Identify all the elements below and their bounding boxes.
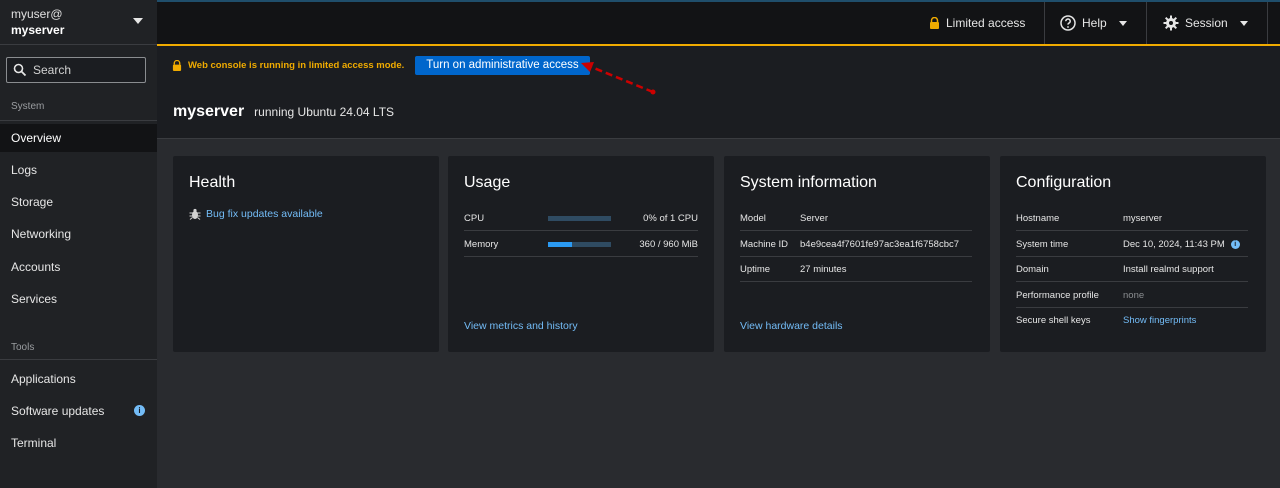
server-name: myserver [173, 103, 245, 120]
divider [0, 120, 157, 121]
memory-bar-fill [548, 241, 572, 247]
sidebar-item-label: Software updates [11, 404, 105, 418]
ssh-keys-row: Secure shell keys Show fingerprints [1016, 308, 1248, 333]
show-fingerprints-link[interactable]: Show fingerprints [1123, 315, 1196, 326]
help-icon [1060, 15, 1076, 31]
alert-text: Web console is running in limited access… [188, 59, 405, 71]
system-section-label: System [11, 101, 45, 112]
divider [0, 359, 157, 360]
memory-label: Memory [464, 238, 499, 250]
domain-value[interactable]: Install realmd support [1123, 264, 1214, 275]
search-input[interactable] [33, 63, 133, 77]
host-switcher[interactable]: myuser@ myserver [0, 0, 157, 45]
uptime-row: Uptime 27 minutes [740, 257, 972, 282]
bug-fix-updates-link[interactable]: Bug fix updates available [189, 208, 323, 220]
cpu-label: CPU [464, 212, 485, 224]
health-title: Health [189, 174, 236, 191]
memory-value: 360 / 960 MiB [639, 238, 698, 250]
system-time-value[interactable]: Dec 10, 2024, 11:43 PM [1123, 239, 1225, 250]
configuration-card: Configuration Hostname myserver System t… [1000, 156, 1266, 352]
divider [1146, 2, 1147, 44]
masthead: Limited access Help Session [157, 0, 1280, 46]
usage-title: Usage [464, 174, 511, 191]
info-icon[interactable]: i [1230, 239, 1240, 249]
bug-icon [189, 208, 201, 220]
search-box[interactable] [6, 57, 146, 83]
configuration-title: Configuration [1016, 174, 1112, 191]
uptime-label: Uptime [740, 263, 771, 275]
health-card: Health Bug fix updates available [173, 156, 439, 352]
sidebar-item-overview[interactable]: Overview [0, 124, 157, 152]
annotation-arrow-icon [581, 62, 656, 95]
limited-access-label: Limited access [946, 16, 1026, 30]
info-icon: i [134, 405, 145, 416]
machine-id-value: b4e9cea4f7601fe97ac3ea1f6758cbc7 [800, 238, 960, 250]
gear-icon [1163, 15, 1179, 31]
performance-profile-label: Performance profile [1016, 289, 1099, 301]
sidebar-item-services[interactable]: Services [0, 285, 157, 313]
limited-access-button[interactable]: Limited access [929, 2, 1025, 44]
sidebar-item-networking[interactable]: Networking [0, 220, 157, 248]
domain-row: Domain Install realmd support [1016, 257, 1248, 282]
host-user: myuser@ [11, 7, 63, 21]
limited-access-alert: Web console is running in limited access… [157, 46, 1280, 139]
system-info-card: System information Model Server Machine … [724, 156, 990, 352]
tools-section-label: Tools [11, 342, 35, 353]
sidebar: myuser@ myserver System Overview Logs St… [0, 0, 157, 488]
domain-label: Domain [1016, 263, 1049, 275]
memory-row: Memory 360 / 960 MiB [464, 232, 698, 257]
caret-down-icon [1118, 20, 1127, 26]
model-row: Model Server [740, 206, 972, 231]
page-title: myserver running Ubuntu 24.04 LTS [173, 103, 394, 121]
sidebar-item-terminal[interactable]: Terminal [0, 429, 157, 457]
lock-icon [930, 17, 939, 29]
main-content: Web console is running in limited access… [157, 46, 1280, 488]
bug-fix-updates-label: Bug fix updates available [206, 208, 323, 220]
system-time-label: System time [1016, 238, 1069, 250]
ssh-keys-label: Secure shell keys [1016, 315, 1091, 326]
machine-id-row: Machine ID b4e9cea4f7601fe97ac3ea1f6758c… [740, 232, 972, 257]
hostname-row: Hostname myserver [1016, 206, 1248, 231]
sidebar-item-accounts[interactable]: Accounts [0, 253, 157, 281]
performance-profile-row: Performance profile none [1016, 283, 1248, 308]
sidebar-item-storage[interactable]: Storage [0, 188, 157, 216]
model-value: Server [800, 212, 828, 224]
uptime-value: 27 minutes [800, 263, 847, 275]
system-time-row: System time Dec 10, 2024, 11:43 PM i [1016, 232, 1248, 257]
help-menu[interactable]: Help [1060, 2, 1127, 44]
caret-down-icon [1239, 20, 1248, 26]
hostname-value: myserver [1123, 212, 1163, 224]
performance-profile-value[interactable]: none [1123, 290, 1144, 301]
divider [1044, 2, 1045, 44]
view-metrics-link[interactable]: View metrics and history [464, 320, 578, 332]
machine-id-label: Machine ID [740, 238, 789, 250]
model-label: Model [740, 212, 766, 224]
turn-on-admin-access-button[interactable]: Turn on administrative access [415, 55, 590, 75]
system-info-title: System information [740, 174, 877, 191]
sidebar-item-software-updates[interactable]: Software updates i [0, 397, 157, 425]
session-label: Session [1185, 16, 1228, 30]
session-menu[interactable]: Session [1163, 2, 1248, 44]
caret-down-icon[interactable] [133, 18, 143, 24]
lock-icon [172, 59, 182, 71]
hostname-label: Hostname [1016, 212, 1060, 224]
help-label: Help [1082, 16, 1107, 30]
memory-bar [548, 241, 611, 247]
view-hardware-link[interactable]: View hardware details [740, 320, 843, 332]
cpu-bar [548, 215, 611, 221]
cpu-value: 0% of 1 CPU [643, 212, 698, 224]
divider [1267, 2, 1268, 44]
server-os: running Ubuntu 24.04 LTS [254, 105, 395, 119]
host-name: myserver [11, 23, 65, 37]
sidebar-item-applications[interactable]: Applications [0, 365, 157, 393]
cpu-row: CPU 0% of 1 CPU [464, 206, 698, 231]
search-icon [13, 63, 27, 77]
sidebar-item-logs[interactable]: Logs [0, 156, 157, 184]
usage-card: Usage CPU 0% of 1 CPU Memory 360 / 960 M… [448, 156, 714, 352]
